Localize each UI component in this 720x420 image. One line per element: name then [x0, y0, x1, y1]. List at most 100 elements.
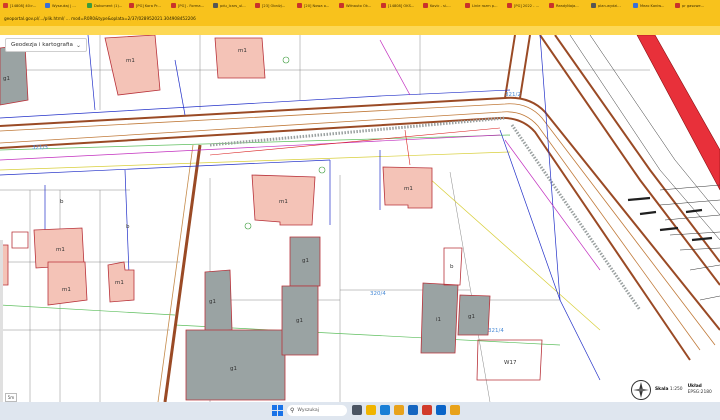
- browser-tab[interactable]: Wyszukaj | ...: [42, 1, 83, 10]
- browser-tab-label: [PG] Kora Pr...: [136, 3, 161, 8]
- label-parcel-320-4: 320/4: [370, 291, 386, 297]
- browser-tab[interactable]: pr gasowe...: [672, 1, 713, 10]
- browser-tab-label: Dokument (1)...: [94, 3, 123, 8]
- label-w17: W17: [504, 360, 517, 366]
- favicon-icon: [213, 3, 218, 8]
- map-drawing[interactable]: m1 m1 m1 m1 m1 m1 m1 g1 g1 g1 g1 g1 g1 i…: [0, 35, 720, 402]
- label-m1-e: m1: [115, 280, 124, 286]
- favicon-icon: [465, 3, 470, 8]
- label-b-a: b: [126, 224, 130, 230]
- favicon-icon: [87, 3, 92, 8]
- red-band: [636, 35, 720, 191]
- favicon-icon: [3, 3, 8, 8]
- browser-tab[interactable]: Kovic - si-...: [420, 1, 461, 10]
- browser-tab[interactable]: pdu_lcars_ul...: [210, 1, 251, 10]
- label-b-c: b: [60, 199, 64, 205]
- map-left-edge: [0, 240, 3, 402]
- browser-tab-label: [PG] 2022 - ...: [514, 3, 540, 8]
- label-parcel-321-2: 321/2: [505, 92, 521, 98]
- chevron-down-icon: ⌄: [75, 41, 81, 49]
- favicon-icon: [171, 3, 176, 8]
- browser-tab[interactable]: ReadyNaja...: [546, 1, 587, 10]
- browser-tab-label: pr gasowe...: [682, 3, 705, 8]
- browser-tab[interactable]: [PG] - Forma...: [168, 1, 209, 10]
- browser-tab-label: Wyszukaj | ...: [52, 3, 76, 8]
- url-text[interactable]: geoportal.gov.pl/.../plik.html/ ... mod=…: [4, 16, 196, 21]
- compass-icon[interactable]: [630, 379, 652, 401]
- label-parcel-321-4: 321/4: [488, 328, 504, 334]
- scale-value: 1:250: [669, 386, 683, 392]
- favicon-icon: [381, 3, 386, 8]
- taskbar-search[interactable]: ⚲ Wyszukaj: [287, 405, 347, 416]
- browser-tab-label: pdu_lcars_ul...: [220, 3, 246, 8]
- buildings-grey: [0, 44, 491, 401]
- favicon-icon: [423, 3, 428, 8]
- search-icon: ⚲: [290, 407, 295, 414]
- browser-tab-label: Wiłnauto Ok...: [346, 3, 372, 8]
- store-icon[interactable]: [408, 405, 418, 415]
- browser-tab[interactable]: [20] Nowa o...: [294, 1, 335, 10]
- browser-tab-label: [14808] 40>...: [10, 3, 37, 8]
- favicon-icon: [507, 3, 512, 8]
- label-g1-f: g1: [468, 314, 475, 320]
- label-b-b: b: [450, 264, 454, 270]
- browser-tab[interactable]: [23] Obniżj...: [252, 1, 293, 10]
- label-m1-d: m1: [62, 287, 71, 293]
- windows-start-icon[interactable]: [272, 405, 283, 416]
- office-icon[interactable]: [422, 405, 432, 415]
- favicon-icon: [339, 3, 344, 8]
- files-icon[interactable]: [394, 405, 404, 415]
- browser-tab-bar: [14808] 40>... Wyszukaj | ... Dokument (1)…: [0, 0, 720, 11]
- task-view-icon[interactable]: [352, 405, 362, 415]
- label-g1-e: g1: [296, 318, 303, 324]
- favicon-icon: [297, 3, 302, 8]
- browser-tab[interactable]: [PG] 2022 - ...: [504, 1, 545, 10]
- map-canvas[interactable]: m1 m1 m1 m1 m1 m1 m1 g1 g1 g1 g1 g1 g1 i…: [0, 35, 720, 402]
- favicon-icon: [675, 3, 680, 8]
- layer-select-value: Geodezja i kartografia: [11, 42, 73, 48]
- favicon-icon: [591, 3, 596, 8]
- browser-tab-label: [20] Nowa o...: [304, 3, 330, 8]
- browser-tab[interactable]: Mezo Kaniw...: [630, 1, 671, 10]
- search-placeholder: Wyszukaj: [297, 408, 319, 413]
- label-g1-a: g1: [3, 76, 10, 82]
- browser-tab[interactable]: [14808] 40>...: [0, 1, 41, 10]
- label-m1-b: m1: [238, 48, 247, 54]
- browser-tab[interactable]: Linie rozm p...: [462, 1, 503, 10]
- browser-tab-label: [14808] OKS...: [388, 3, 415, 8]
- browser-tab[interactable]: plan-wydzi...: [588, 1, 629, 10]
- label-g1-b: g1: [209, 299, 216, 305]
- label-m1-c: m1: [56, 247, 65, 253]
- explorer-icon[interactable]: [366, 405, 376, 415]
- browser-tab[interactable]: [PG] Kora Pr...: [126, 1, 167, 10]
- browser-tab-label: Kovic - si-...: [430, 3, 451, 8]
- buildings-residential: [0, 35, 433, 306]
- chrome-icon[interactable]: [450, 405, 460, 415]
- address-bar[interactable]: geoportal.gov.pl/.../plik.html/ ... mod=…: [0, 11, 720, 26]
- browser-tab-label: [PG] - Forma...: [178, 3, 205, 8]
- browser-tab[interactable]: [14808] OKS...: [378, 1, 419, 10]
- favicon-icon: [549, 3, 554, 8]
- map-info-panel: Skala 1:250 Układ EPSG:2180: [626, 377, 720, 402]
- scale-bar: 5m: [5, 393, 17, 402]
- label-parcel-321-3: 321/3: [32, 145, 48, 151]
- scale-info: Skala 1:250: [655, 387, 683, 393]
- label-g1-c: g1: [230, 366, 237, 372]
- browser-tab-label: ReadyNaja...: [556, 3, 579, 8]
- browser-tab-label: plan-wydzi...: [598, 3, 621, 8]
- parcel-lines: [0, 35, 650, 402]
- scale-label: Skala: [655, 386, 669, 392]
- edge-icon[interactable]: [380, 405, 390, 415]
- layer-select-dropdown[interactable]: Geodezja i kartografia ⌄: [5, 38, 87, 52]
- favicon-icon: [45, 3, 50, 8]
- system-label: Układ: [687, 383, 702, 389]
- browser-tab-label: [23] Obniżj...: [262, 3, 286, 8]
- label-m1-f: m1: [279, 199, 288, 205]
- system-value: EPSG:2180: [687, 389, 712, 395]
- label-m1-a: m1: [126, 58, 135, 64]
- browser-tab[interactable]: Dokument (1)...: [84, 1, 125, 10]
- browser-tab[interactable]: Wiłnauto Ok...: [336, 1, 377, 10]
- label-m1-g: m1: [404, 186, 413, 192]
- outlook-icon[interactable]: [436, 405, 446, 415]
- favicon-icon: [633, 3, 638, 8]
